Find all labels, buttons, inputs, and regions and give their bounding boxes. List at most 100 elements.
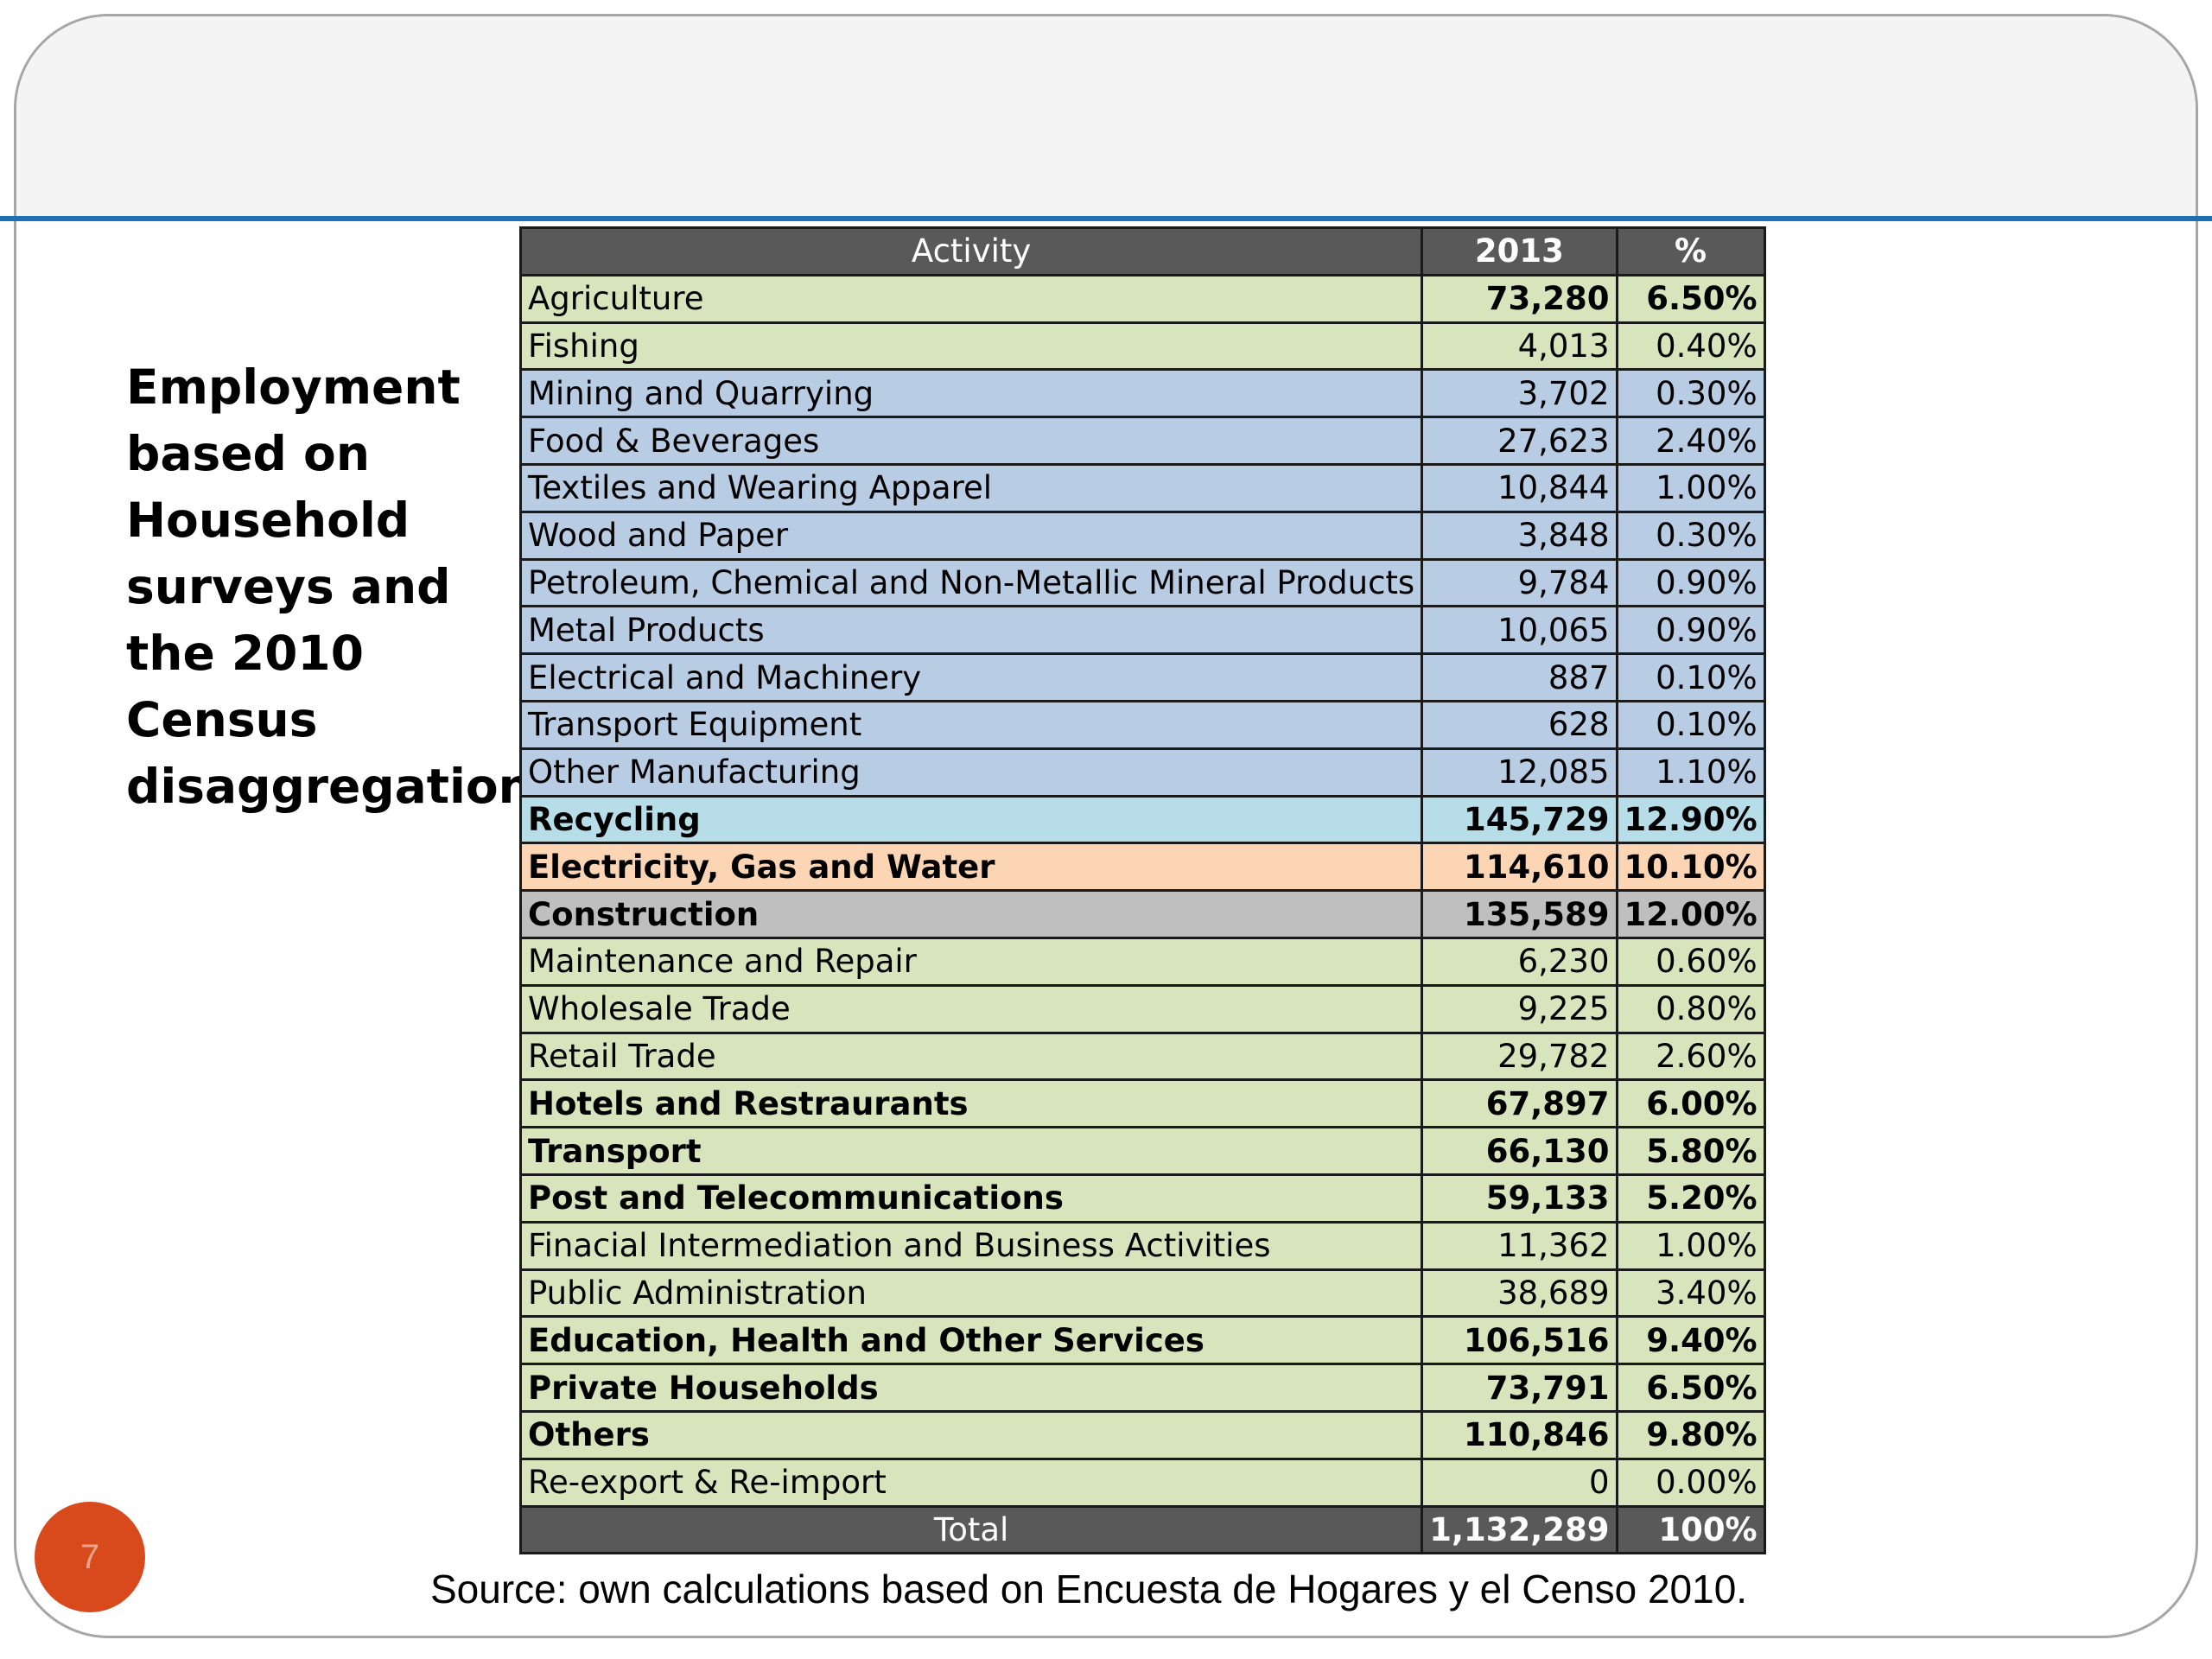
activity-cell: Textiles and Wearing Apparel [518,462,1424,513]
activity-cell: Public Administration [518,1268,1424,1319]
percent-cell: 6.00% [1615,1078,1766,1129]
value-cell: 3,848 [1421,510,1618,561]
activity-cell: Fishing [518,321,1424,372]
source-note: Source: own calculations based on Encues… [430,1566,1747,1612]
activity-cell: Finacial Intermediation and Business Act… [518,1220,1424,1271]
value-cell: 887 [1421,652,1618,702]
slide-title: Employment based on Household surveys an… [126,359,532,814]
header-band [16,16,2196,217]
table-row: Other Manufacturing 12,085 1.10% [518,747,1766,798]
table-row: Wood and Paper 3,848 0.30% [518,510,1766,561]
percent-cell: 1.00% [1615,462,1766,513]
percent-cell: 6.50% [1615,1363,1766,1413]
header-year: 2013 [1421,226,1618,276]
percent-cell: 5.80% [1615,1126,1766,1176]
table-header-row: Activity 2013 % [518,226,1766,276]
header-divider [0,216,2212,221]
value-cell: 67,897 [1421,1078,1618,1129]
table-row: Public Administration 38,689 3.40% [518,1268,1766,1319]
activity-cell: Education, Health and Other Services [518,1315,1424,1366]
source-label: Source: [430,1567,568,1611]
table-row: Finacial Intermediation and Business Act… [518,1220,1766,1271]
table-row: Wholesale Trade 9,225 0.80% [518,983,1766,1034]
table-row: Recycling 145,729 12.90% [518,794,1766,845]
percent-cell: 0.80% [1615,983,1766,1034]
percent-cell: 0.90% [1615,557,1766,608]
value-cell: 9,784 [1421,557,1618,608]
value-cell: 110,846 [1421,1409,1618,1460]
value-cell: 3,702 [1421,368,1618,419]
percent-cell: 9.40% [1615,1315,1766,1366]
percent-cell: 0.30% [1615,510,1766,561]
activity-cell: Private Households [518,1363,1424,1413]
value-cell: 66,130 [1421,1126,1618,1176]
table-body: Agriculture 73,280 6.50% Fishing 4,013 0.40% M… [518,273,1766,1508]
activity-cell: Other Manufacturing [518,747,1424,798]
table-row: Education, Health and Other Services 106,… [518,1315,1766,1366]
percent-cell: 9.80% [1615,1409,1766,1460]
table-row: Hotels and Restraurants 67,897 6.00% [518,1078,1766,1129]
table-row: Textiles and Wearing Apparel 10,844 1.00% [518,462,1766,513]
percent-cell: 1.00% [1615,1220,1766,1271]
table-row: Agriculture 73,280 6.50% [518,273,1766,324]
percent-cell: 3.40% [1615,1268,1766,1319]
percent-cell: 0.10% [1615,652,1766,702]
percent-cell: 2.60% [1615,1031,1766,1082]
value-cell: 73,280 [1421,273,1618,324]
percent-cell: 0.40% [1615,321,1766,372]
total-percent: 100% [1615,1504,1766,1555]
activity-cell: Recycling [518,794,1424,845]
activity-cell: Petroleum, Chemical and Non-Metallic Min… [518,557,1424,608]
value-cell: 12,085 [1421,747,1618,798]
value-cell: 11,362 [1421,1220,1618,1271]
value-cell: 135,589 [1421,889,1618,939]
table-row: Electricity, Gas and Water 114,610 10.10% [518,842,1766,893]
value-cell: 10,065 [1421,605,1618,656]
activity-cell: Construction [518,889,1424,939]
table-row: Post and Telecommunications 59,133 5.20% [518,1173,1766,1224]
value-cell: 29,782 [1421,1031,1618,1082]
percent-cell: 12.00% [1615,889,1766,939]
activity-cell: Transport Equipment [518,699,1424,750]
table-row: Electrical and Machinery 887 0.10% [518,652,1766,702]
value-cell: 114,610 [1421,842,1618,893]
activity-cell: Retail Trade [518,1031,1424,1082]
table-row: Re-export & Re-import 0 0.00% [518,1457,1766,1508]
value-cell: 106,516 [1421,1315,1618,1366]
table-row: Metal Products 10,065 0.90% [518,605,1766,656]
table-row: Transport 66,130 5.80% [518,1126,1766,1176]
activity-cell: Maintenance and Repair [518,936,1424,987]
table-row: Retail Trade 29,782 2.60% [518,1031,1766,1082]
table-row: Fishing 4,013 0.40% [518,321,1766,372]
table-row: Food & Beverages 27,623 2.40% [518,416,1766,466]
source-text: own calculations based on Encuesta de Ho… [567,1567,1748,1611]
percent-cell: 5.20% [1615,1173,1766,1224]
table-row: Petroleum, Chemical and Non-Metallic Min… [518,557,1766,608]
percent-cell: 2.40% [1615,416,1766,466]
activity-cell: Transport [518,1126,1424,1176]
value-cell: 73,791 [1421,1363,1618,1413]
activity-cell: Electricity, Gas and Water [518,842,1424,893]
header-percent: % [1615,226,1766,276]
activity-cell: Re-export & Re-import [518,1457,1424,1508]
percent-cell: 6.50% [1615,273,1766,324]
table-row: Maintenance and Repair 6,230 0.60% [518,936,1766,987]
percent-cell: 0.60% [1615,936,1766,987]
page-number-badge: 7 [35,1502,145,1612]
percent-cell: 1.10% [1615,747,1766,798]
value-cell: 4,013 [1421,321,1618,372]
percent-cell: 12.90% [1615,794,1766,845]
table-row: Mining and Quarrying 3,702 0.30% [518,368,1766,419]
activity-cell: Agriculture [518,273,1424,324]
percent-cell: 0.90% [1615,605,1766,656]
total-label: Total [518,1504,1424,1555]
value-cell: 628 [1421,699,1618,750]
total-value: 1,132,289 [1421,1504,1618,1555]
activity-cell: Mining and Quarrying [518,368,1424,419]
percent-cell: 0.30% [1615,368,1766,419]
activity-cell: Hotels and Restraurants [518,1078,1424,1129]
value-cell: 27,623 [1421,416,1618,466]
activity-cell: Wholesale Trade [518,983,1424,1034]
header-activity: Activity [518,226,1424,276]
activity-cell: Food & Beverages [518,416,1424,466]
